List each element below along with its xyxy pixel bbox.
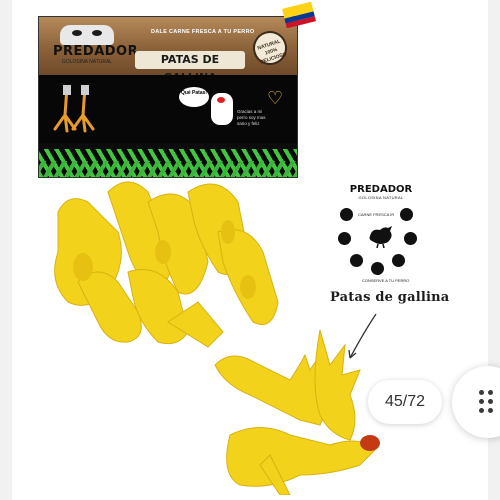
natural-badge: NATURAL 100% DELICIOSO [248, 26, 292, 70]
benefit-icon [392, 254, 405, 267]
benefit-icon [400, 208, 413, 221]
info-top-label: CARNE FRESCA IR [358, 212, 395, 217]
chicken-feet-photo [54, 181, 279, 348]
package-brand-sub: GOLOSINA NATURAL [61, 59, 113, 65]
info-brand-sub: GOLOSINA NATURAL [358, 195, 404, 200]
product-caption: Patas de gallina [330, 290, 450, 305]
benefit-icon [350, 254, 363, 267]
grid-dots-icon [479, 390, 495, 414]
grid-view-button[interactable] [452, 366, 500, 438]
image-counter: 45/72 [368, 380, 442, 424]
speech-bubble: Qué Patas! [179, 87, 209, 107]
colombia-flag-icon [282, 2, 316, 28]
package-brand: PREDADOR [53, 44, 139, 59]
package-tagline: DALE CARNE FRESCA A TU PERRO [151, 29, 255, 35]
package-text: Gracias a mi perro soy mas sano y feliz [237, 109, 266, 126]
chicken-mascot-icon [211, 93, 233, 125]
package-title: PATAS DE GALLINA [135, 51, 245, 84]
info-bottom-label: CONSERVE A TU PERRO [362, 278, 410, 283]
dog-logo-icon [60, 25, 114, 45]
benefit-icon [371, 262, 384, 275]
brand-info-graphic: PREDADOR GOLOSINA NATURAL CARNE FRESCA I… [336, 184, 426, 284]
hen-icon [369, 226, 392, 248]
product-package: PREDADOR GOLOSINA NATURAL DALE CARNE FRE… [38, 16, 298, 178]
benefit-icon [340, 208, 353, 221]
benefit-icon [404, 232, 417, 245]
left-edge [0, 0, 12, 500]
benefit-icon [338, 232, 351, 245]
info-brand: PREDADOR [349, 184, 413, 195]
chicken-feet-icon [53, 85, 95, 133]
pointer-arrow-icon [348, 313, 377, 359]
heart-icon: ♡ [267, 88, 284, 108]
package-header: PREDADOR GOLOSINA NATURAL DALE CARNE FRE… [39, 17, 297, 84]
package-logo: PREDADOR GOLOSINA NATURAL [53, 25, 139, 65]
